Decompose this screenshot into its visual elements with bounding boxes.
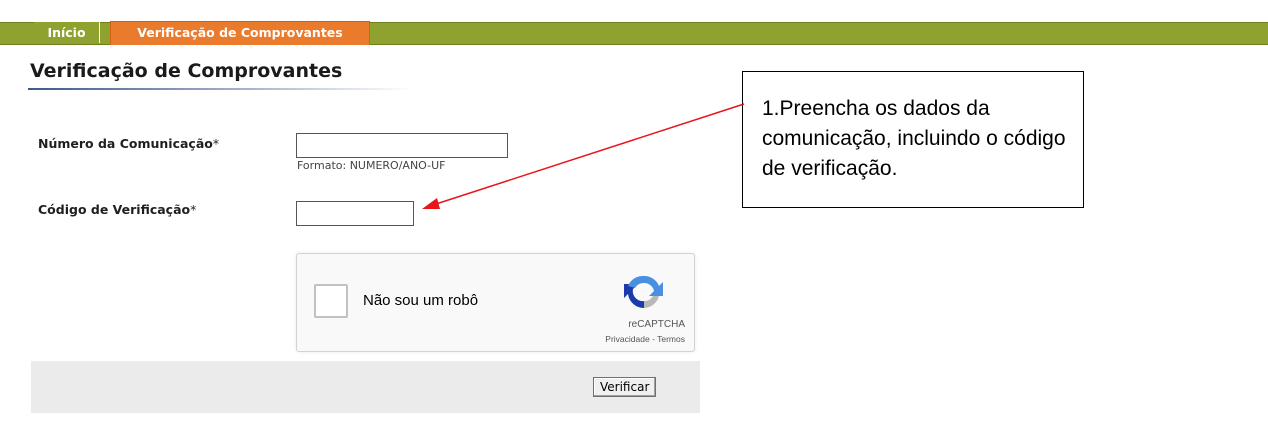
annotation-text: 1.Preencha os dados da comunicação, incl… <box>762 97 1066 180</box>
arrow-head-icon <box>422 198 440 209</box>
codigo-verificacao-label: Código de Verificação* <box>38 202 196 217</box>
numero-comunicacao-label: Número da Comunicação* <box>38 136 219 151</box>
recaptcha-widget: Não sou um robô reCAPTCHA Privacidade - … <box>296 253 695 352</box>
verificar-button[interactable]: Verificar <box>593 377 657 397</box>
required-mark: * <box>212 136 220 151</box>
recaptcha-links-separator: - <box>649 334 658 344</box>
title-underline <box>28 88 413 90</box>
tab-verificacao-comprovantes[interactable]: Verificação de Comprovantes <box>110 21 370 45</box>
annotation-callout: 1.Preencha os dados da comunicação, incl… <box>742 71 1084 208</box>
required-mark: * <box>190 202 197 217</box>
recaptcha-privacy-link[interactable]: Privacidade <box>605 334 649 344</box>
codigo-verificacao-input[interactable] <box>296 201 414 226</box>
recaptcha-terms-link[interactable]: Termos <box>657 334 685 344</box>
recaptcha-label: Não sou um robô <box>363 292 479 309</box>
form-action-bar: Verificar <box>31 361 700 413</box>
recaptcha-brand: reCAPTCHA <box>628 319 685 330</box>
recaptcha-logo-icon <box>624 275 663 309</box>
codigo-verificacao-label-text: Código de Verificação <box>38 202 191 217</box>
numero-format-hint: Formato: NUMERO/ANO-UF <box>297 159 446 172</box>
page-title: Verificação de Comprovantes <box>30 60 343 82</box>
numero-comunicacao-label-text: Número da Comunicação <box>38 136 213 151</box>
numero-comunicacao-input[interactable] <box>296 133 508 158</box>
recaptcha-checkbox[interactable] <box>314 284 348 318</box>
tab-inicio[interactable]: Início <box>34 22 100 43</box>
recaptcha-links: Privacidade - Termos <box>547 334 685 344</box>
